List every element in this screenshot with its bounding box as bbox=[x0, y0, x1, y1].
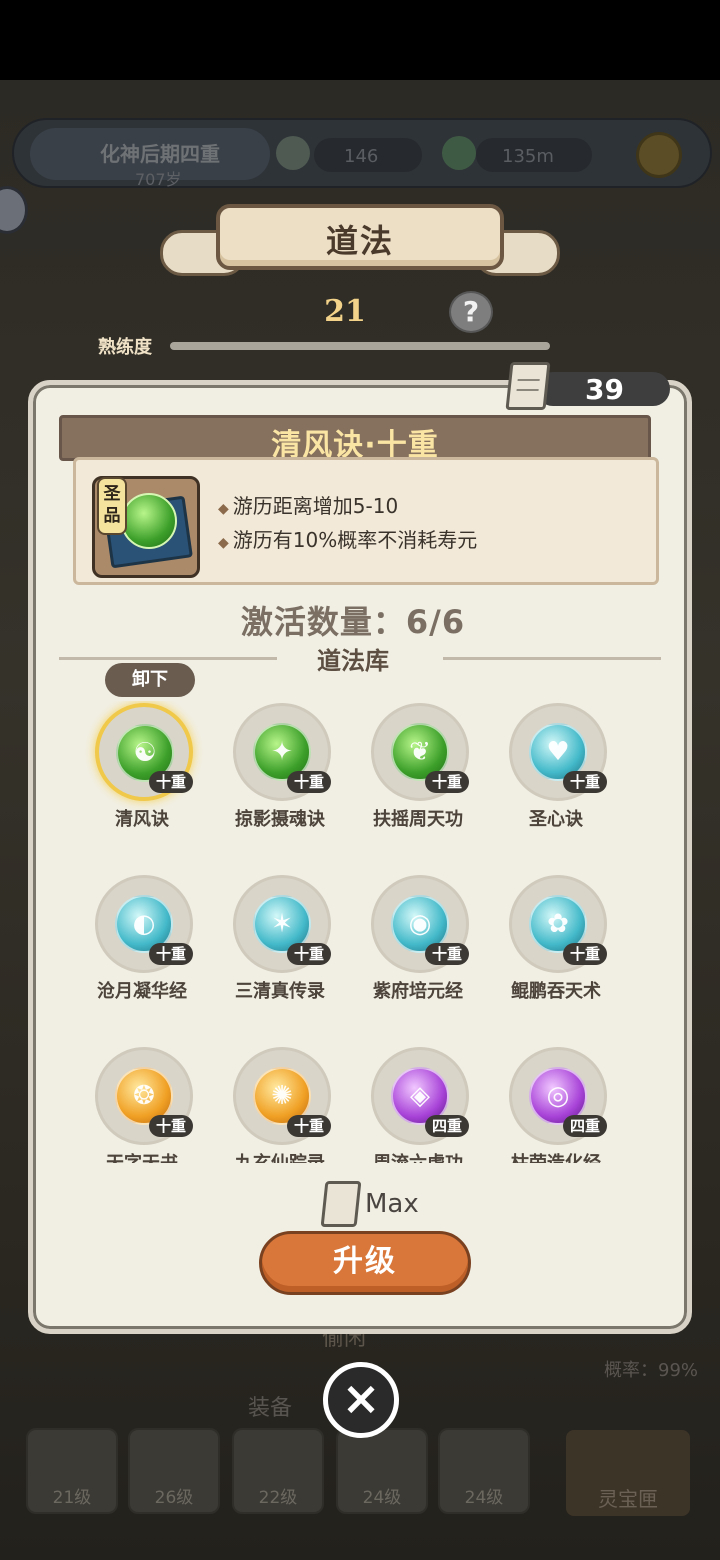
skill-name: 紫府培元经 bbox=[373, 981, 463, 1002]
effect-line-2: ◆ 游历有10%概率不消耗寿元 bbox=[218, 524, 477, 553]
effect-text: 游历有10%概率不消耗寿元 bbox=[232, 528, 478, 552]
proficiency-label: 熟练度 bbox=[98, 337, 152, 358]
equip-slot-belt[interactable]: 22级 bbox=[232, 1428, 324, 1514]
age-label: 707岁 bbox=[135, 170, 182, 189]
proficiency-bar bbox=[170, 342, 550, 350]
skill-detail-card: 圣品 ◆ 游历距离增加5-10 ◆ 游历有10%概率不消耗寿元 bbox=[73, 457, 659, 585]
skill-cell[interactable]: ☯ 十重 清风诀 bbox=[73, 703, 211, 863]
proficiency-value: 21 bbox=[324, 294, 366, 329]
status-bar bbox=[0, 0, 720, 80]
skill-level-badge: 十重 bbox=[425, 771, 469, 793]
effect-line-1: ◆ 游历距离增加5-10 bbox=[218, 490, 398, 519]
activation-count: 激活数量：6/6 bbox=[240, 603, 466, 641]
skill-orb-icon bbox=[121, 493, 177, 549]
skill-level-badge: 四重 bbox=[563, 1115, 607, 1137]
skill-name: 三清真传录 bbox=[235, 981, 325, 1002]
equip-level: 22级 bbox=[258, 1488, 298, 1508]
skill-name: 鲲鹏吞天术 bbox=[511, 981, 601, 1002]
scroll-icon bbox=[320, 1181, 362, 1227]
skill-name: 天字天书 bbox=[73, 1149, 211, 1163]
leaf-icon bbox=[442, 136, 476, 170]
gear-icon[interactable] bbox=[636, 132, 682, 178]
skill-cell[interactable]: ◉ 十重 紫府培元经 bbox=[349, 875, 487, 1035]
skill-level-badge: 十重 bbox=[563, 771, 607, 793]
scroll-icon bbox=[505, 362, 551, 410]
skill-cell[interactable]: ◐ 十重 沧月凝华经 bbox=[73, 875, 211, 1035]
spirit-stone-icon bbox=[276, 136, 310, 170]
skill-cell[interactable]: ❂十重天字天书 bbox=[73, 1047, 211, 1163]
skill-level-badge: 十重 bbox=[149, 771, 193, 793]
unload-button[interactable]: 卸下 bbox=[105, 663, 195, 697]
skill-book-icon: 圣品 bbox=[92, 476, 200, 578]
equip-level: 24级 bbox=[362, 1488, 402, 1508]
divider-right bbox=[443, 657, 661, 660]
equip-slot-armor[interactable]: 26级 bbox=[128, 1428, 220, 1514]
skill-cell[interactable]: ◎四重枯荣造化经 bbox=[487, 1047, 625, 1163]
title-banner: 道法 bbox=[216, 204, 504, 270]
skill-name: 圣心诀 bbox=[529, 809, 583, 830]
skill-level-badge: 十重 bbox=[287, 771, 331, 793]
resource-a-value: 146 bbox=[344, 146, 379, 167]
skill-level-badge: 十重 bbox=[287, 1115, 331, 1137]
page-title: 道法 bbox=[325, 222, 394, 260]
skill-level-badge: 十重 bbox=[149, 1115, 193, 1137]
skill-name: 周流六虚功 bbox=[349, 1149, 487, 1163]
close-icon[interactable]: × bbox=[323, 1362, 399, 1438]
probability-text: 概率：99% bbox=[604, 1360, 699, 1381]
skill-level-badge: 十重 bbox=[563, 943, 607, 965]
skill-cell[interactable]: ✦ 十重 掠影摄魂诀 bbox=[211, 703, 349, 863]
skill-cell[interactable]: ✺十重九玄仙踪录 bbox=[211, 1047, 349, 1163]
upgrade-cost: Max bbox=[320, 1181, 443, 1229]
effect-text: 游历距离增加5-10 bbox=[232, 494, 399, 518]
skill-level-badge: 十重 bbox=[149, 943, 193, 965]
skill-header: 清风诀·十重 bbox=[59, 415, 651, 463]
dao-method-panel: 清风诀·十重 圣品 ◆ 游历距离增加5-10 ◆ 游历有10%概率不消耗寿元 激活数… bbox=[28, 380, 692, 1334]
diamond-bullet-icon: ◆ bbox=[218, 501, 229, 517]
skill-name: 扶摇周天功 bbox=[373, 809, 463, 830]
rank-title: 化神后期四重 bbox=[100, 142, 220, 166]
skill-level-badge: 四重 bbox=[425, 1115, 469, 1137]
skill-cell[interactable]: ❦ 十重 扶摇周天功 bbox=[349, 703, 487, 863]
resource-b-value: 135m bbox=[502, 146, 554, 167]
upgrade-button[interactable]: 升级 bbox=[259, 1231, 471, 1295]
equip-level: 24级 bbox=[464, 1488, 504, 1508]
treasure-chest-label: 灵宝匣 bbox=[598, 1487, 658, 1511]
skill-name: 沧月凝华经 bbox=[97, 981, 187, 1002]
equip-title: 装备 bbox=[248, 1396, 293, 1421]
scroll-counter: 39 bbox=[536, 372, 670, 406]
scroll-count-value: 39 bbox=[585, 373, 624, 406]
top-status-bar: 化神后期四重 707岁 146 135m bbox=[12, 118, 712, 189]
skill-name: 九玄仙踪录 bbox=[211, 1149, 349, 1163]
skill-name: 清风诀 bbox=[115, 809, 169, 830]
skill-level-badge: 十重 bbox=[287, 943, 331, 965]
diamond-bullet-icon: ◆ bbox=[218, 535, 229, 551]
skill-cell[interactable]: ◈四重周流六虚功 bbox=[349, 1047, 487, 1163]
skill-cell[interactable]: ✿ 十重 鲲鹏吞天术 bbox=[487, 875, 625, 1035]
skill-level-badge: 十重 bbox=[425, 943, 469, 965]
max-label: Max bbox=[365, 1189, 419, 1219]
grade-badge: 圣品 bbox=[97, 477, 127, 535]
equip-level: 21级 bbox=[52, 1488, 92, 1508]
skill-cell[interactable]: ✶ 十重 三清真传录 bbox=[211, 875, 349, 1035]
help-button[interactable]: ? bbox=[449, 291, 493, 333]
treasure-chest-button[interactable]: 灵宝匣 bbox=[566, 1430, 690, 1516]
skill-name: 枯荣造化经 bbox=[487, 1149, 625, 1163]
equip-slot-weapon[interactable]: 21级 bbox=[26, 1428, 118, 1514]
rank-box[interactable]: 化神后期四重 707岁 bbox=[30, 128, 270, 189]
equip-level: 26级 bbox=[154, 1488, 194, 1508]
skill-cell[interactable]: ♥ 十重 圣心诀 bbox=[487, 703, 625, 863]
equip-slot-ring[interactable]: 24级 bbox=[336, 1428, 428, 1514]
equip-slot-jade[interactable]: 24级 bbox=[438, 1428, 530, 1514]
skill-name: 掠影摄魂诀 bbox=[235, 809, 325, 830]
skill-library-grid: ☯ 十重 清风诀 ✦ 十重 掠影摄魂诀 ❦ 十重 扶摇周天功 ♥ 十重 圣心诀 ◐ 十重 沧月凝华经… bbox=[73, 701, 643, 1163]
